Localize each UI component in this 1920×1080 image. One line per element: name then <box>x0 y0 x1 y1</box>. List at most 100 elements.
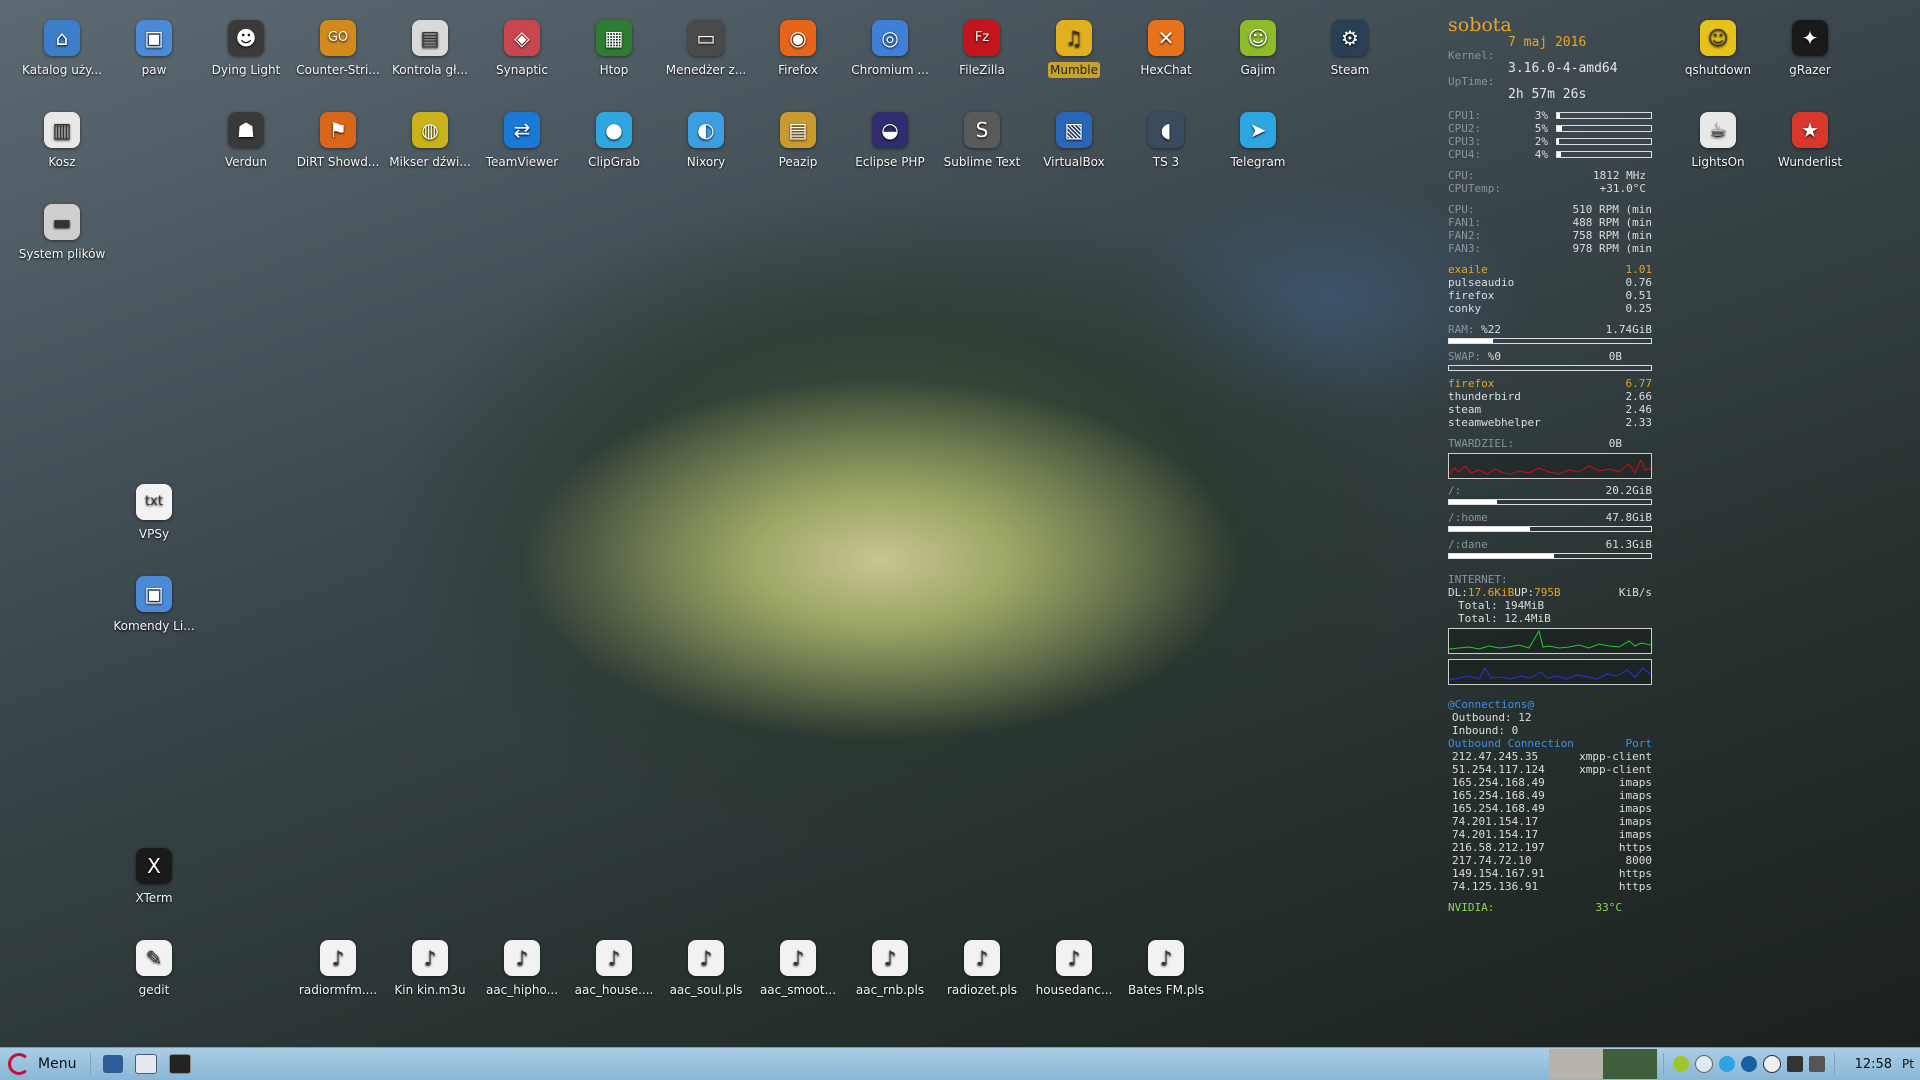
desktop-icon[interactable]: ⌂ Katalog uży... <box>16 20 108 78</box>
uptime-value: 2h 57m 26s <box>1508 87 1587 102</box>
volume-tray-icon[interactable] <box>1808 1056 1825 1072</box>
connection-ip: 74.201.154.17 <box>1452 815 1539 828</box>
desktop-icon-label: Peazip <box>778 155 818 169</box>
desktop-icon-label: HexChat <box>1140 63 1192 77</box>
desktop-icon[interactable]: ▣ Komendy Li... <box>108 576 200 634</box>
desktop-icon[interactable]: ▭ Menedżer z... <box>660 20 752 78</box>
desktop-icon[interactable]: ◐ Nixory <box>660 112 752 170</box>
fan-row: CPU: 510 RPM (min <box>1448 203 1652 216</box>
swap-row: SWAP: %0 0B <box>1448 350 1652 363</box>
terminal-icon[interactable] <box>169 1054 192 1074</box>
desktop-icon[interactable]: ♪ aac_rnb.pls <box>844 940 936 998</box>
desktop-icon[interactable]: ♪ radiozet.pls <box>936 940 1028 998</box>
sublime-text-icon: S <box>964 112 1000 148</box>
desktop-icon[interactable]: ◈ Synaptic <box>476 20 568 78</box>
nvidia-temp: 33°C <box>1595 901 1623 914</box>
desktop-icon[interactable]: txt VPSy <box>108 484 200 542</box>
desktop-icon[interactable]: GO Counter-Stri... <box>292 20 384 78</box>
desktop-icon[interactable]: ◍ Mikser dźwi... <box>384 112 476 170</box>
workspace-1[interactable] <box>1548 1049 1603 1079</box>
desktop-icon[interactable]: ☺ qshutdown <box>1672 20 1764 78</box>
conky-monitor: sobota 7 maj 2016 Kernel: 3.16.0-4-amd64… <box>1448 14 1652 914</box>
menu-button[interactable]: Menu <box>0 1048 84 1080</box>
desktop-icon[interactable]: ⚙ Steam <box>1304 20 1396 78</box>
chat-tray-icon[interactable] <box>1762 1055 1781 1073</box>
desktop-icon[interactable]: ▤ Peazip <box>752 112 844 170</box>
desktop-icon[interactable]: ⇄ TeamViewer <box>476 112 568 170</box>
desktop-icon[interactable]: ✦ gRazer <box>1764 20 1856 78</box>
desktop-icon-label: Wunderlist <box>1777 155 1843 169</box>
cpu-percent: 3% <box>1534 109 1548 122</box>
steam-tray-icon[interactable] <box>1694 1055 1713 1073</box>
process-name: thunderbird <box>1448 390 1521 403</box>
desktop-icon[interactable]: ★ Wunderlist <box>1764 112 1856 170</box>
cpu-list: CPU1: 3% CPU2: 5% CPU3: 2% CPU4: 4% <box>1448 109 1652 161</box>
desktop-icon[interactable]: S Sublime Text <box>936 112 1028 170</box>
gajim-tray-icon[interactable] <box>1672 1056 1689 1072</box>
desktop-icon[interactable]: Fz FileZilla <box>936 20 1028 78</box>
show-desktop-icon[interactable] <box>103 1055 124 1073</box>
connection-port: imaps <box>1618 802 1652 815</box>
process-row: steamwebhelper 2.33 <box>1448 416 1652 429</box>
mount-bar <box>1448 553 1652 559</box>
desktop-icon[interactable]: ☺ Gajim <box>1212 20 1304 78</box>
desktop-icon[interactable]: ♪ Kin kin.m3u <box>384 940 476 998</box>
teamspeak-tray-icon[interactable] <box>1740 1056 1757 1072</box>
task-manager-icon: ▭ <box>688 20 724 56</box>
desktop-icon[interactable]: ✕ HexChat <box>1120 20 1212 78</box>
process-row: thunderbird 2.66 <box>1448 390 1652 403</box>
clipgrab-icon: ● <box>596 112 632 148</box>
desktop-icon-label: Counter-Stri... <box>296 63 380 77</box>
desktop-icon[interactable]: ☗ Verdun <box>200 112 292 170</box>
mount-row: /: 20.2GiB <box>1448 484 1652 497</box>
swap-size: 0B <box>1608 350 1622 363</box>
desktop-icon[interactable]: ♪ aac_soul.pls <box>660 940 752 998</box>
desktop-icon[interactable]: ☕ LightsOn <box>1672 112 1764 170</box>
desktop-icon[interactable]: ➤ Telegram <box>1212 112 1304 170</box>
mount-size: 20.2GiB <box>1605 484 1652 497</box>
desktop-icon[interactable]: ♪ housedanc... <box>1028 940 1120 998</box>
telegram-tray-icon[interactable] <box>1718 1056 1735 1072</box>
cpu-row: CPU3: 2% <box>1448 135 1652 148</box>
file-manager-icon[interactable] <box>135 1054 158 1074</box>
cpu-row: CPU1: 3% <box>1448 109 1652 122</box>
desktop-icon[interactable]: ♫ Mumble <box>1028 20 1120 81</box>
desktop-icon[interactable]: ▧ VirtualBox <box>1028 112 1120 170</box>
audio-file-icon: ♪ <box>596 940 632 976</box>
workspace-2[interactable] <box>1602 1049 1657 1079</box>
fan-min: (min <box>1625 242 1653 255</box>
desktop-icon[interactable]: ● ClipGrab <box>568 112 660 170</box>
csgo-icon: GO <box>320 20 356 56</box>
desktop-icon[interactable]: ♪ aac_house.... <box>568 940 660 998</box>
desktop-icon[interactable]: ♪ aac_smoot... <box>752 940 844 998</box>
mount-name: /: <box>1448 484 1462 497</box>
desktop-icon[interactable]: ✎ gedit <box>108 940 200 998</box>
desktop-icon[interactable]: ◉ Firefox <box>752 20 844 78</box>
desktop-icon[interactable]: ♪ Bates FM.pls <box>1120 940 1212 998</box>
desktop-icon[interactable]: ◒ Eclipse PHP <box>844 112 936 170</box>
desktop-icon[interactable]: ▦ Htop <box>568 20 660 78</box>
cpu-row: CPU2: 5% <box>1448 122 1652 135</box>
desktop-icon[interactable]: ◎ Chromium ... <box>844 20 936 78</box>
desktop-icon[interactable]: X XTerm <box>108 848 200 906</box>
desktop-icon[interactable]: ☻ Dying Light <box>200 20 292 78</box>
desktop-icon[interactable]: ♪ aac_hipho... <box>476 940 568 998</box>
desktop-icon[interactable]: ▥ Kosz <box>16 112 108 170</box>
network-tray-icon[interactable] <box>1786 1056 1803 1072</box>
desktop-icon-label: gRazer <box>1789 63 1831 77</box>
desktop-icon[interactable]: ▤ Kontrola gł... <box>384 20 476 78</box>
desktop-icon[interactable]: ⚑ DiRT Showd... <box>292 112 384 170</box>
disk-label: TWARDZIEL: <box>1448 437 1515 450</box>
net-speed-row: DL:17.6KiBUP:795B KiB/s <box>1448 586 1652 599</box>
ram-label: RAM: <box>1448 323 1475 336</box>
clock[interactable]: 12:58 <box>1855 1057 1892 1072</box>
process-value: 2.46 <box>1625 403 1653 416</box>
desktop-icon[interactable]: ▣ paw <box>108 20 200 78</box>
inbound-count: Inbound: 0 <box>1452 724 1519 737</box>
desktop-icon[interactable]: ◖ TS 3 <box>1120 112 1212 170</box>
disk-row: TWARDZIEL: 0B <box>1448 437 1652 450</box>
desktop-icon[interactable]: ♪ radiormfm.... <box>292 940 384 998</box>
audio-file-icon: ♪ <box>688 940 724 976</box>
desktop-icon[interactable]: ▬ System plików <box>16 204 108 262</box>
desktop-icon-label: Mumble <box>1048 62 1100 78</box>
